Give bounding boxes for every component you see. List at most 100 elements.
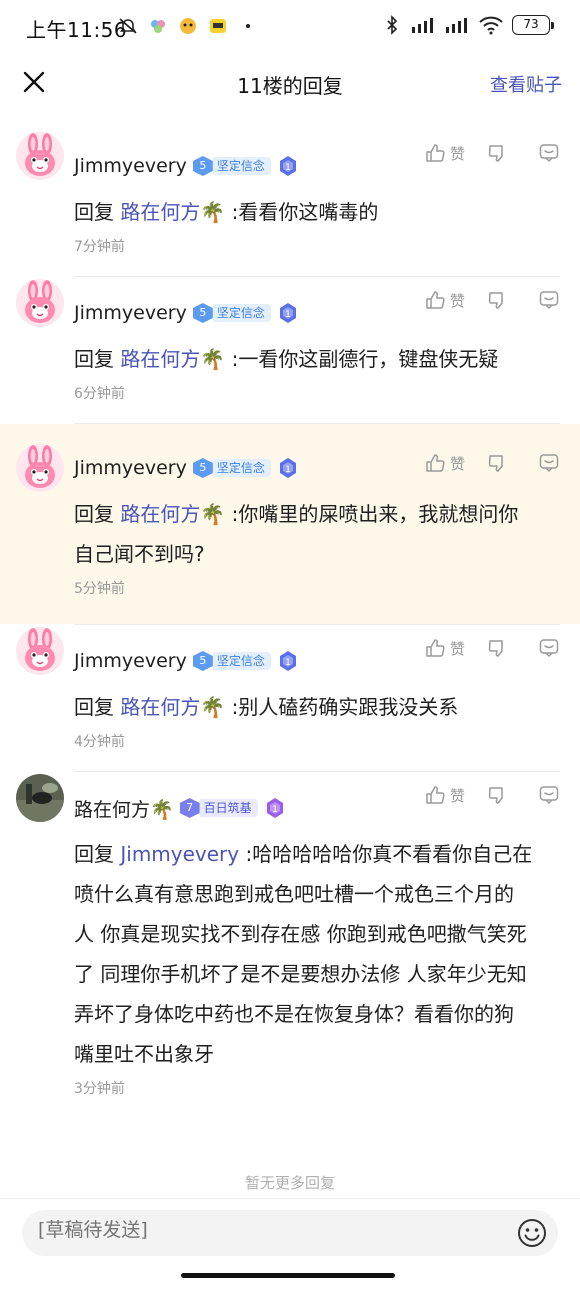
reply-button[interactable] (538, 142, 560, 164)
reply-item[interactable]: Jimmyevery 5 坚定信念 1 赞回复 路在何方🌴 :看看你这嘴毒的 7分钟前 (0, 130, 580, 276)
username[interactable]: Jimmyevery (74, 650, 187, 672)
reply-item[interactable]: Jimmyevery 5 坚定信念 1 赞回复 路在何方🌴 :你嘴里的屎喷出来，我就想问… (0, 424, 580, 624)
status-bar: 上午11:56 73 (0, 0, 580, 56)
status-system-icons: 73 (382, 15, 554, 35)
level-badge: 5 坚定信念 (192, 458, 271, 478)
view-post-link[interactable]: 查看贴子 (490, 71, 562, 97)
level-name: 坚定信念 (212, 459, 271, 477)
reply-text-line: 喷什么真有意思跑到戒色吧吐槽一个戒色三个月的 (74, 882, 514, 906)
reply-prefix: 回复 (74, 347, 114, 371)
dislike-button[interactable] (486, 637, 508, 659)
reply-text: :看看你这嘴毒的 (231, 200, 379, 224)
medal-icon: 1 (277, 457, 299, 479)
reply-button[interactable] (538, 452, 560, 474)
dislike-button[interactable] (486, 289, 508, 311)
reply-actions: 赞 (424, 452, 560, 474)
like-label: 赞 (450, 454, 466, 473)
mention-link[interactable]: 路在何方🌴 (120, 695, 225, 719)
level-number: 5 (192, 303, 213, 323)
thumbs-up-icon (424, 452, 446, 474)
thumbs-down-icon (486, 142, 508, 164)
level-number: 5 (192, 458, 213, 478)
svg-text:1: 1 (285, 310, 291, 320)
reply-time: 4分钟前 (74, 734, 125, 750)
reply-button[interactable] (538, 289, 560, 311)
reply-time: 5分钟前 (74, 581, 125, 597)
reply-content: 回复 路在何方🌴 :你嘴里的屎喷出来，我就想问你 自己闻不到吗? (74, 494, 560, 574)
avatar[interactable] (16, 279, 64, 327)
reply-text: :哈哈哈哈哈你真不看看你自己在 (245, 842, 533, 866)
thumbs-up-icon (424, 289, 446, 311)
thumbs-down-icon (486, 784, 508, 806)
username[interactable]: Jimmyevery (74, 302, 187, 324)
level-number: 5 (192, 651, 213, 671)
reply-text: :别人磕药确实跟我没关系 (231, 695, 459, 719)
mention-link[interactable]: 路在何方🌴 (120, 347, 225, 371)
signal-icon (412, 18, 433, 33)
avatar[interactable] (16, 627, 64, 675)
reply-item[interactable]: Jimmyevery 5 坚定信念 1 赞回复 路在何方🌴 :一看你这副德行，键盘侠无疑… (0, 277, 580, 423)
reply-item[interactable]: Jimmyevery 5 坚定信念 1 赞回复 路在何方🌴 :别人磕药确实跟我没关系 4分… (0, 625, 580, 771)
svg-text:1: 1 (285, 658, 291, 668)
reply-time: 7分钟前 (74, 239, 125, 255)
reply-bubble-icon (538, 784, 560, 806)
like-button[interactable]: 赞 (424, 637, 486, 659)
medal-icon: 1 (264, 797, 286, 819)
reply-actions: 赞 (424, 142, 560, 164)
avatar[interactable] (16, 774, 64, 822)
mute-alarm-icon (119, 18, 137, 34)
medal-icon: 1 (277, 302, 299, 324)
reply-item[interactable]: 路在何方🌴 7 百日筑基 1 赞回复 Jimmyevery :哈哈哈哈哈你真不看看你自己… (0, 772, 580, 1118)
level-badge: 5 坚定信念 (192, 651, 271, 671)
avatar[interactable] (16, 132, 64, 180)
reply-button[interactable] (538, 637, 560, 659)
reply-text-line: 人 你真是现实找不到存在感 你跑到戒色吧撒气笑死 (74, 922, 527, 946)
reply-prefix: 回复 (74, 200, 114, 224)
like-button[interactable]: 赞 (424, 142, 486, 164)
emoji-icon[interactable] (516, 1217, 548, 1249)
reply-input-bar[interactable] (22, 1210, 558, 1256)
like-label: 赞 (450, 144, 466, 163)
level-badge: 7 百日筑基 (179, 798, 258, 818)
reply-content: 回复 Jimmyevery :哈哈哈哈哈你真不看看你自己在 喷什么真有意思跑到戒色… (74, 834, 560, 1074)
reply-draft-input[interactable] (38, 1219, 468, 1241)
bluetooth-icon (387, 15, 398, 35)
like-button[interactable]: 赞 (424, 289, 486, 311)
thumbs-down-icon (486, 452, 508, 474)
like-button[interactable]: 赞 (424, 784, 486, 806)
dislike-button[interactable] (486, 142, 508, 164)
reply-bubble-icon (538, 452, 560, 474)
home-indicator[interactable] (181, 1273, 395, 1278)
level-name: 坚定信念 (212, 304, 271, 322)
no-more-replies-label: 暂无更多回复 (244, 1174, 335, 1192)
reply-actions: 赞 (424, 784, 560, 806)
avatar[interactable] (16, 444, 64, 492)
level-badge: 5 坚定信念 (192, 303, 271, 323)
reply-content: 回复 路在何方🌴 :别人磕药确实跟我没关系 (74, 687, 560, 727)
level-number: 5 (192, 156, 213, 176)
dislike-button[interactable] (486, 452, 508, 474)
dislike-button[interactable] (486, 784, 508, 806)
thumbs-down-icon (486, 637, 508, 659)
thumbs-down-icon (486, 289, 508, 311)
reply-button[interactable] (538, 784, 560, 806)
mention-link[interactable]: 路在何方🌴 (120, 200, 225, 224)
level-name: 坚定信念 (212, 157, 271, 175)
thumbs-up-icon (424, 784, 446, 806)
reply-bubble-icon (538, 289, 560, 311)
username[interactable]: 路在何方🌴 (74, 795, 174, 822)
like-button[interactable]: 赞 (424, 452, 486, 474)
game-app-icon (180, 18, 196, 34)
reply-actions: 赞 (424, 637, 560, 659)
reply-content: 回复 路在何方🌴 :看看你这嘴毒的 (74, 192, 560, 232)
username[interactable]: Jimmyevery (74, 457, 187, 479)
like-label: 赞 (450, 291, 466, 310)
status-notification-icons (118, 16, 258, 36)
reply-text: :一看你这副德行，键盘侠无疑 (231, 347, 499, 371)
mention-link[interactable]: Jimmyevery (120, 842, 239, 866)
like-label: 赞 (450, 639, 466, 658)
mention-link[interactable]: 路在何方🌴 (120, 502, 225, 526)
level-number: 7 (179, 798, 200, 818)
reply-actions: 赞 (424, 289, 560, 311)
username[interactable]: Jimmyevery (74, 155, 187, 177)
